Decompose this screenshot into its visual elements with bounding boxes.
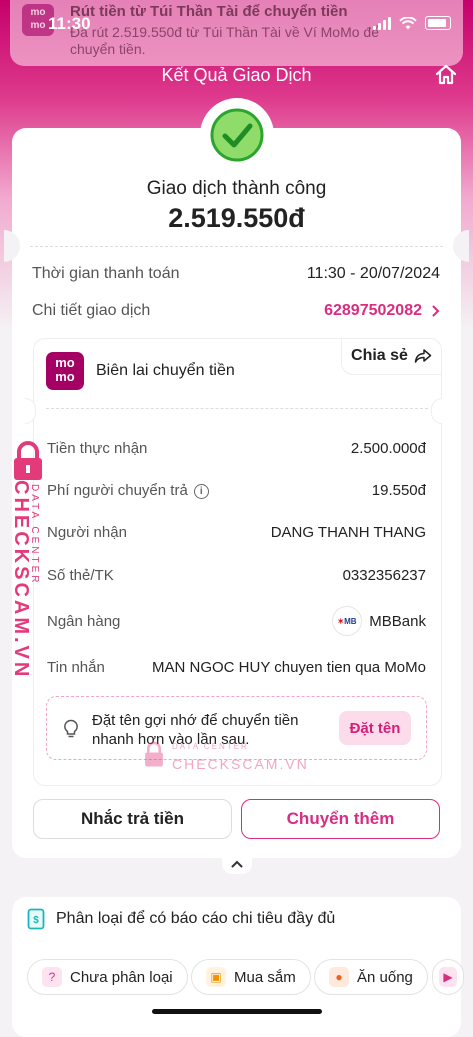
watermark-center-brand: CHECKSCAM.VN: [172, 756, 309, 772]
divider: [30, 246, 443, 247]
bank-value: MBBank: [369, 613, 426, 630]
chip-label: Ăn uống: [357, 968, 413, 986]
chip-more[interactable]: ▶: [432, 959, 464, 995]
recipient-value: DANG THANH THANG: [270, 524, 426, 541]
home-icon[interactable]: [433, 62, 459, 88]
fee-value: 19.550đ: [371, 482, 426, 499]
battery-icon: [425, 16, 451, 30]
watermark-lock-icon: [14, 441, 42, 480]
message-value: MAN NGOC HUY chuyen tien qua MoMo: [152, 659, 426, 676]
food-icon: ●: [329, 967, 349, 987]
status-time: 11:30: [48, 14, 91, 33]
payment-time-value: 11:30 - 20/07/2024: [306, 265, 440, 282]
mbbank-logo: ✶ MB: [332, 606, 362, 636]
transfer-more-button[interactable]: Chuyển thêm: [241, 799, 440, 839]
message-label: Tin nhắn: [47, 659, 105, 676]
share-button[interactable]: Chia sẻ: [341, 338, 441, 375]
bank-label: Ngân hàng: [47, 613, 121, 630]
share-label: Chia sẻ: [351, 347, 408, 364]
payment-time-label: Thời gian thanh toán: [32, 265, 180, 282]
chip-food[interactable]: ● Ăn uống: [314, 959, 428, 995]
fee-label: Phí người chuyển trả: [47, 482, 188, 499]
momo-logo: mo mo: [46, 352, 84, 390]
question-icon: ?: [42, 967, 62, 987]
transaction-id-link[interactable]: 62897502082: [324, 302, 440, 320]
share-arrow-icon: [414, 349, 432, 363]
lightbulb-icon: [64, 719, 78, 738]
info-icon[interactable]: i: [193, 484, 209, 499]
set-name-button[interactable]: Đặt tên: [339, 711, 411, 745]
chevron-up-icon: [231, 860, 243, 868]
home-indicator: [152, 1009, 322, 1014]
status-icons: [373, 16, 451, 30]
transaction-id: 62897502082: [324, 302, 422, 319]
collapse-tab[interactable]: [222, 856, 252, 874]
recipient-label: Người nhận: [47, 524, 127, 541]
notification-title: Rút tiền từ Túi Thần Tài để chuyển tiền: [70, 3, 348, 20]
page-title: Kết Quả Giao Dịch: [161, 65, 312, 85]
chip-uncategorized[interactable]: ? Chưa phân loại: [27, 959, 188, 995]
chip-shopping[interactable]: ▣ Mua sắm: [191, 959, 311, 995]
received-amount-value: 2.500.000đ: [350, 440, 426, 457]
receipt-title: Biên lai chuyển tiền: [96, 362, 235, 379]
account-value: 0332356237: [342, 567, 426, 584]
account-label: Số thẻ/TK: [47, 567, 114, 584]
receipt-divider: [46, 408, 428, 409]
watermark-sub: DATA CENTER: [29, 484, 40, 586]
category-icon: ▶: [439, 967, 457, 987]
chevron-right-icon: [432, 305, 440, 317]
transaction-detail-label: Chi tiết giao dịch: [32, 302, 151, 319]
watermark-center-sub: DATA CENTER: [172, 742, 249, 751]
signal-icon: [373, 16, 391, 30]
categorize-title: Phân loại để có báo cáo chi tiêu đầy đủ: [56, 910, 336, 927]
svg-text:$: $: [33, 915, 39, 926]
received-amount-label: Tiền thực nhận: [47, 440, 148, 457]
report-icon: $: [27, 908, 45, 930]
watermark-lock-center-icon: [145, 741, 163, 767]
notification-body: Đã rút 2.519.550đ từ Túi Thần Tài về Ví …: [70, 24, 379, 57]
fee-label-row: Phí người chuyển trả i: [47, 482, 209, 499]
chip-label: Chưa phân loại: [70, 968, 173, 986]
cart-icon: ▣: [206, 967, 226, 987]
receipt-notch-right: [431, 398, 442, 424]
chip-label: Mua sắm: [234, 968, 296, 986]
transaction-amount: 2.519.550đ: [168, 203, 305, 233]
check-circle-icon: [210, 108, 264, 162]
remind-payment-button[interactable]: Nhắc trả tiền: [33, 799, 232, 839]
transaction-status: Giao dịch thành công: [146, 178, 327, 199]
wifi-icon: [399, 16, 417, 29]
